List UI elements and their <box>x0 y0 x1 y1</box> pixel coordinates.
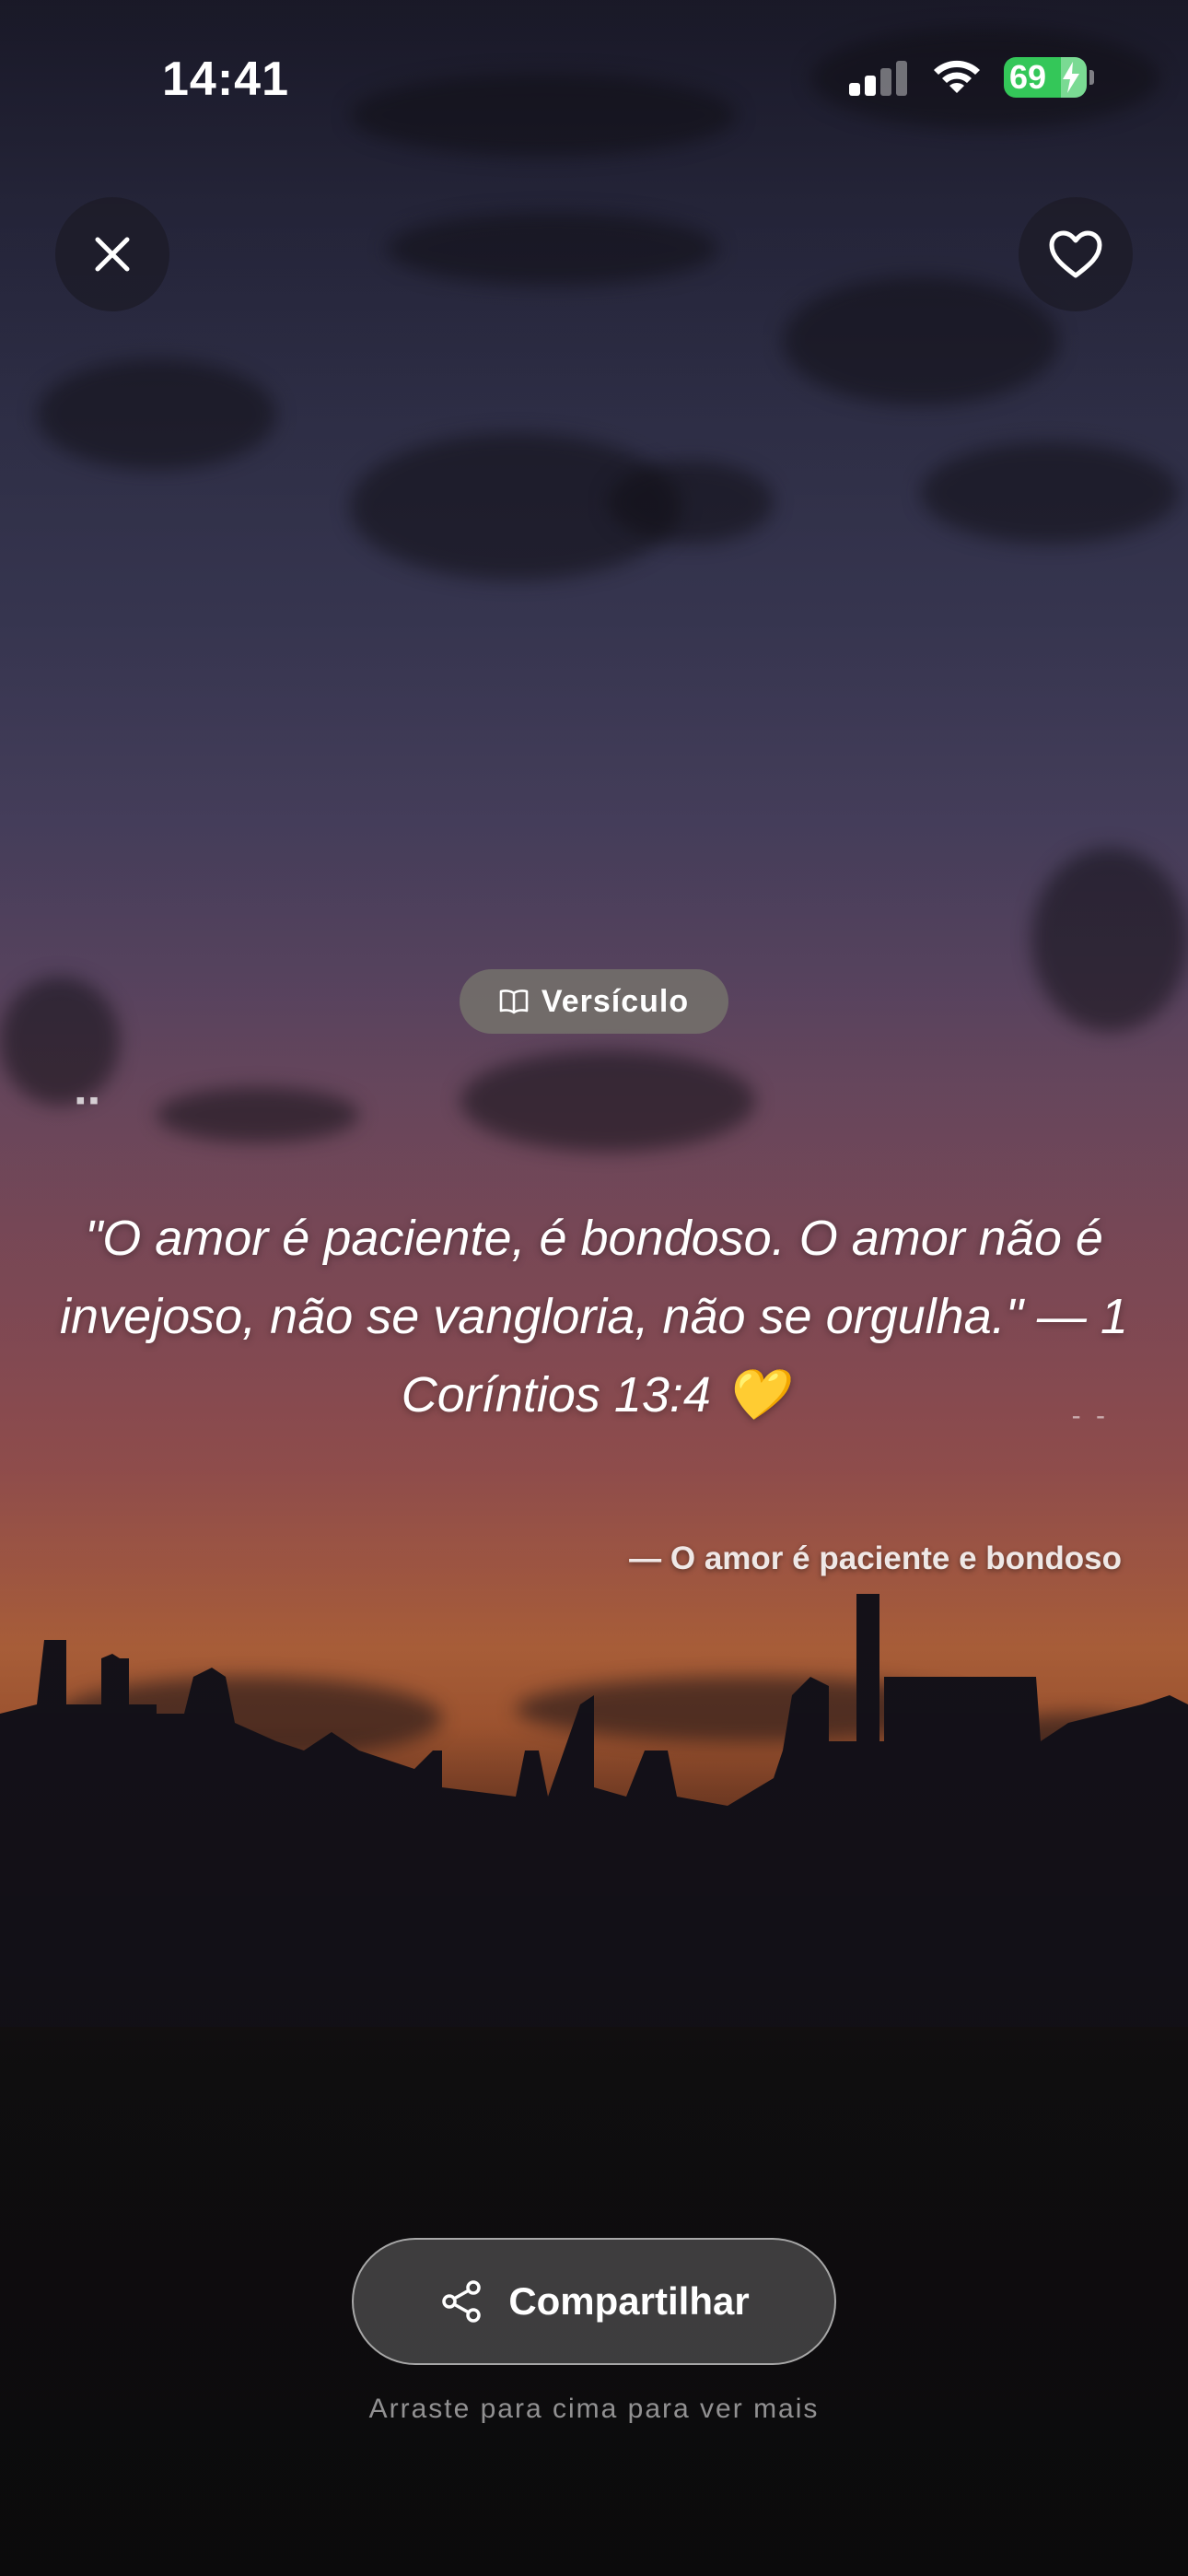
cellular-signal-icon <box>849 61 907 96</box>
category-badge: Versículo <box>460 969 728 1034</box>
share-button[interactable]: Compartilhar <box>352 2238 836 2365</box>
close-button[interactable] <box>55 197 169 311</box>
charging-bolt-icon <box>1063 62 1079 93</box>
book-icon <box>499 989 529 1014</box>
share-label: Compartilhar <box>508 2279 750 2323</box>
close-quote-mark: - - <box>1071 1400 1109 1431</box>
verse-text: "O amor é paciente, é bondoso. O amor nã… <box>60 1211 1128 1423</box>
favorite-button[interactable] <box>1019 197 1133 311</box>
share-icon <box>442 2280 482 2323</box>
battery-charging-icon: 69 <box>1004 57 1094 98</box>
status-time: 14:41 <box>162 53 289 106</box>
wifi-icon <box>934 60 980 93</box>
close-icon <box>95 237 130 272</box>
status-icons: 69 <box>849 57 1094 98</box>
heart-icon <box>1049 230 1102 278</box>
category-label: Versículo <box>541 983 690 1019</box>
swipe-hint: Arraste para cima para ver mais <box>368 2394 820 2424</box>
verse-attribution: — O amor é paciente e bondoso <box>629 1540 1122 1576</box>
open-quote-mark: ▪▪ <box>76 1085 103 1116</box>
battery-level: 69 <box>1009 58 1047 96</box>
